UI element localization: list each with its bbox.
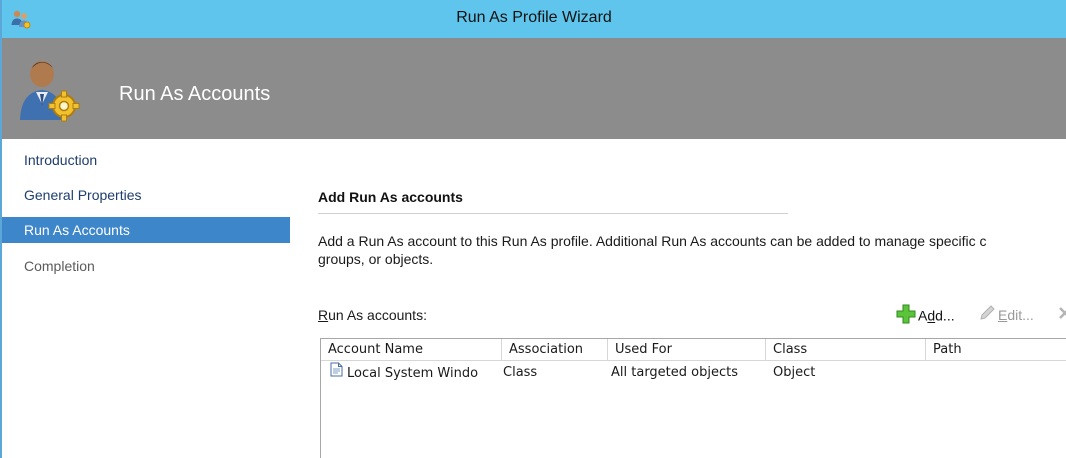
green-plus-icon (896, 304, 916, 330)
cell-class: Object (773, 365, 816, 380)
nav-item-completion[interactable]: Completion (2, 253, 290, 279)
remove-x-icon (1058, 304, 1066, 328)
account-name-text: Local System Windo (347, 366, 479, 381)
window-title: Run As Profile Wizard (456, 9, 612, 26)
nav-item-introduction[interactable]: Introduction (2, 147, 290, 173)
remove-button[interactable] (1058, 304, 1066, 326)
description-line-2: groups, or objects. (318, 251, 434, 267)
edit-label-rest: dit... (1007, 307, 1034, 323)
run-as-accounts-label: Run As accounts: (318, 307, 427, 323)
nav-item-run-as-accounts[interactable]: Run As Accounts (2, 217, 290, 243)
label-rest: un As accounts: (328, 307, 427, 323)
add-button[interactable]: Add... (896, 304, 955, 326)
table-row[interactable]: Local System Windo Class All targeted ob… (321, 362, 1066, 384)
section-divider (318, 213, 788, 214)
wizard-window: Run As Profile Wizard Run As Accounts In… (0, 0, 1066, 458)
cell-used-for: All targeted objects (611, 365, 738, 380)
header-banner: Run As Accounts (2, 38, 1066, 139)
edit-button[interactable]: Edit... (978, 304, 1034, 326)
column-header-path[interactable]: Path (926, 339, 1066, 361)
add-label-rest: d... (935, 307, 955, 324)
run-as-accounts-grid[interactable]: Account Name Association Used For Class … (320, 338, 1066, 458)
nav-item-general-properties[interactable]: General Properties (2, 182, 290, 208)
column-header-used-for[interactable]: Used For (608, 339, 766, 361)
pencil-icon (978, 304, 996, 328)
description-line-1: Add a Run As account to this Run As prof… (318, 233, 987, 249)
document-icon (330, 362, 343, 384)
grid-header: Account Name Association Used For Class … (321, 339, 1066, 361)
add-label-a: A (918, 307, 928, 324)
cell-account-name: Local System Windo (330, 362, 502, 384)
column-header-account-name[interactable]: Account Name (321, 339, 502, 361)
content-pane: Add Run As accounts Add a Run As account… (290, 139, 1066, 458)
label-mnemonic: R (318, 307, 329, 323)
cell-association: Class (503, 365, 538, 380)
cell-path (933, 362, 1066, 384)
edit-label-mnemonic: E (998, 307, 1008, 323)
column-header-class[interactable]: Class (766, 339, 926, 361)
section-title: Add Run As accounts (318, 189, 463, 205)
title-bar[interactable]: Run As Profile Wizard (2, 0, 1066, 38)
description-text: Add a Run As account to this Run As prof… (318, 232, 1066, 268)
wizard-steps-nav: Introduction General Properties Run As A… (2, 139, 290, 458)
page-title: Run As Accounts (119, 83, 271, 105)
add-label-mnemonic: d (927, 307, 936, 324)
column-header-association[interactable]: Association (502, 339, 608, 361)
user-gear-icon (16, 54, 84, 122)
